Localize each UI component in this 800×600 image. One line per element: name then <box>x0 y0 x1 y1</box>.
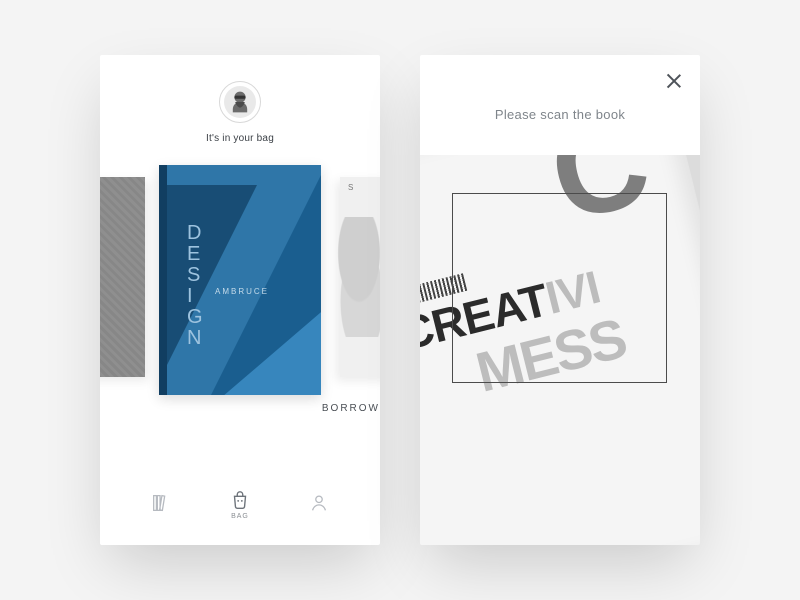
next-book[interactable]: S <box>340 177 380 377</box>
scan-frame <box>452 193 667 383</box>
close-icon[interactable] <box>664 71 684 91</box>
tab-bag-label: BAG <box>231 513 249 520</box>
tab-bag[interactable]: BAG <box>229 489 251 520</box>
tab-library[interactable] <box>150 492 172 516</box>
previous-book[interactable]: ty des rey <box>100 177 145 377</box>
current-book[interactable]: DESIGN AMBRUCE <box>159 165 321 395</box>
books-icon <box>150 492 172 514</box>
borrow-button[interactable]: BORROW <box>322 403 380 414</box>
avatar[interactable] <box>219 81 261 123</box>
person-icon <box>308 492 330 514</box>
book-title: DESIGN <box>187 223 217 349</box>
bag-status-text: It's in your bag <box>100 133 380 144</box>
bag-icon <box>229 489 251 511</box>
avatar-icon <box>224 86 256 118</box>
scan-instruction: Please scan the book <box>420 107 700 122</box>
book-carousel[interactable]: ty des rey DESIGN AMBRUCE BORROW S <box>100 165 380 420</box>
camera-viewfinder: C CREATIVI MESS <box>420 155 700 545</box>
book-author: AMBRUCE <box>215 287 269 296</box>
next-book-letter: S <box>348 183 354 192</box>
tab-bar: BAG <box>100 475 380 545</box>
tab-profile[interactable] <box>308 492 330 516</box>
scan-screen: Please scan the book C CREATIVI MESS <box>420 55 700 545</box>
bag-screen: It's in your bag ty des rey DESIGN AMBRU… <box>100 55 380 545</box>
